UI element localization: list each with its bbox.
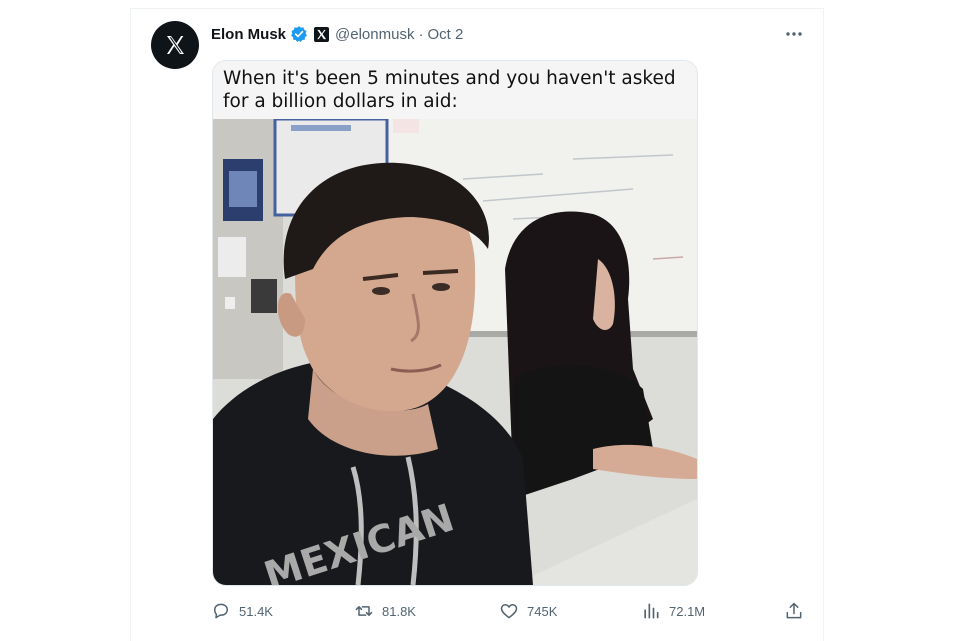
like-button[interactable]: 745K <box>499 599 557 623</box>
views-icon <box>644 603 659 619</box>
author-handle[interactable]: @elonmusk <box>335 26 414 43</box>
repost-button[interactable]: 81.8K <box>354 599 416 623</box>
reply-count: 51.4K <box>239 603 273 619</box>
share-button[interactable] <box>784 599 812 623</box>
verified-badge-icon <box>290 25 308 43</box>
separator-dot: · <box>418 25 424 43</box>
tweet-date[interactable]: Oct 2 <box>427 26 463 43</box>
tweet-header: Elon Musk @elonmusk · Oct 2 <box>211 23 807 45</box>
author-name[interactable]: Elon Musk <box>211 26 286 43</box>
meme-photo: MEXICAN <box>213 119 697 585</box>
avatar[interactable] <box>151 21 199 69</box>
tweet-media[interactable]: When it's been 5 minutes and you haven't… <box>212 60 698 586</box>
reply-button[interactable]: 51.4K <box>211 599 273 623</box>
x-logo-icon <box>167 36 184 54</box>
x-affiliate-badge-icon[interactable] <box>314 26 330 42</box>
like-icon <box>500 604 518 619</box>
repost-count: 81.8K <box>382 603 416 619</box>
share-icon <box>786 602 802 619</box>
tweet-card[interactable]: Elon Musk @elonmusk · Oct 2 When it's be… <box>130 8 824 641</box>
like-count: 745K <box>527 603 558 619</box>
views-button[interactable]: 72.1M <box>641 599 705 623</box>
media-caption: When it's been 5 minutes and you haven't… <box>213 61 697 119</box>
repost-icon <box>355 606 373 616</box>
tweet-actions: 51.4K 81.8K 745K 72.1M <box>211 599 811 623</box>
views-count: 72.1M <box>669 603 706 619</box>
more-icon[interactable] <box>781 21 807 47</box>
reply-icon <box>214 603 228 619</box>
